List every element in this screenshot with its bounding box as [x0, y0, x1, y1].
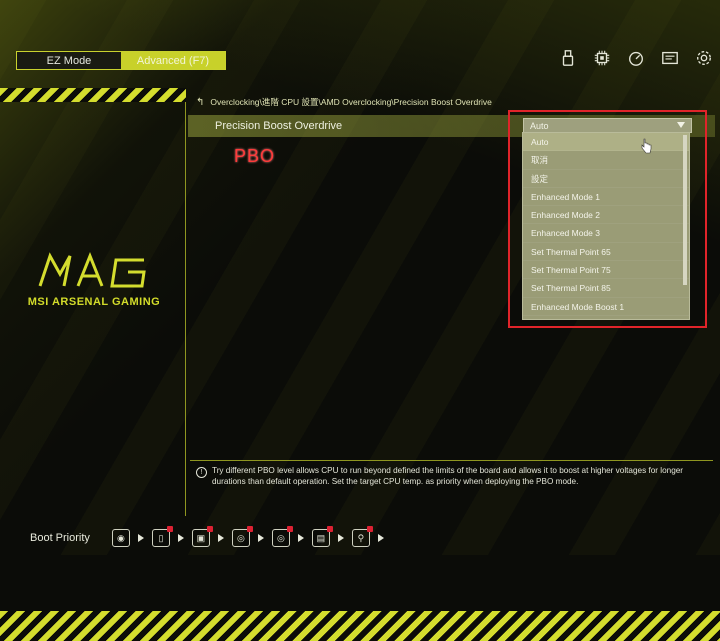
boot-device-cd-icon[interactable]: ◎	[231, 526, 253, 547]
dropdown-arrow-icon	[677, 122, 685, 128]
boot-device-network-icon[interactable]: ⚲	[351, 526, 373, 547]
setting-label: Precision Boost Overdrive	[215, 120, 343, 132]
boot-device-floppy-icon[interactable]: ▤	[311, 526, 333, 547]
back-icon[interactable]: ↰	[196, 97, 204, 108]
dropdown-option[interactable]: Auto	[523, 133, 689, 152]
ez-mode-button[interactable]: EZ Mode	[17, 52, 121, 69]
cpu-icon[interactable]	[592, 48, 612, 68]
mag-logo-icon	[38, 251, 146, 288]
dropdown-options: Auto 取消 設定 Enhanced Mode 1 Enhanced Mode 2 En…	[522, 132, 690, 320]
boot-arrow-icon	[337, 534, 344, 542]
dropdown-option[interactable]: Enhanced Mode 2	[523, 206, 689, 225]
brand-logo: MSI ARSENAL GAMING	[14, 250, 174, 308]
boot-device-usb-icon[interactable]: ▯	[151, 526, 173, 547]
gauge-icon[interactable]	[626, 48, 646, 68]
boot-arrow-icon	[217, 534, 224, 542]
brand-name: MSI ARSENAL GAMING	[27, 296, 161, 308]
boot-device-usb-key-icon[interactable]: ▣	[191, 526, 213, 547]
dropdown-option[interactable]: Set Thermal Point 75	[523, 261, 689, 280]
boot-arrow-icon	[137, 534, 144, 542]
boot-arrow-icon	[377, 534, 384, 542]
hand-cursor-icon	[641, 138, 652, 154]
settings-icon[interactable]	[694, 48, 714, 68]
usb-icon[interactable]	[558, 48, 578, 68]
dropdown-option[interactable]: Enhanced Mode 1	[523, 188, 689, 207]
breadcrumb: ↰ Overclocking\進階 CPU 設置\AMD Overclockin…	[196, 96, 492, 108]
help-text: Try different PBO level allows CPU to ru…	[212, 466, 684, 486]
advanced-mode-button[interactable]: Advanced (F7)	[121, 52, 225, 69]
hazard-stripe-bottom	[0, 611, 720, 641]
board-explorer-icon[interactable]	[660, 48, 680, 68]
dropdown-scrollbar[interactable]	[683, 135, 687, 285]
pbo-dropdown[interactable]: Auto	[523, 118, 692, 133]
dropdown-option[interactable]: Enhanced Mode 3	[523, 224, 689, 243]
boot-device-disk-icon[interactable]: ◉	[111, 529, 130, 547]
dropdown-option[interactable]: 取消	[523, 151, 689, 170]
dropdown-value: Auto	[530, 120, 549, 131]
dropdown-option[interactable]: Enhanced Mode Boost 1	[523, 298, 689, 316]
boot-device-dvd-icon[interactable]: ◎	[271, 526, 293, 547]
boot-arrow-icon	[297, 534, 304, 542]
breadcrumb-path: Overclocking\進階 CPU 設置\AMD Overclocking\…	[210, 97, 492, 107]
pbo-annotation: PBO	[234, 146, 276, 166]
boot-arrow-icon	[257, 534, 264, 542]
mode-switch: EZ Mode Advanced (F7)	[16, 51, 226, 70]
info-icon: !	[196, 467, 207, 478]
hazard-stripe-top	[0, 88, 186, 102]
left-panel: MSI ARSENAL GAMING	[0, 88, 720, 641]
main-panel: ↰ Overclocking\進階 CPU 設置\AMD Overclockin…	[188, 88, 720, 468]
boot-device-list: ◉ ▯ ▣ ◎ ◎ ▤ ⚲	[111, 526, 386, 547]
boot-priority-label: Boot Priority	[30, 532, 90, 544]
top-toolbar	[558, 48, 714, 68]
dropdown-option[interactable]: Set Thermal Point 85	[523, 279, 689, 298]
boot-arrow-icon	[177, 534, 184, 542]
dropdown-option[interactable]: 設定	[523, 170, 689, 188]
boot-priority-bar: Boot Priority ◉ ▯ ▣ ◎ ◎ ▤ ⚲	[0, 523, 720, 553]
help-box: ! Try different PBO level allows CPU to …	[190, 460, 713, 490]
dropdown-option[interactable]: Set Thermal Point 65	[523, 243, 689, 262]
